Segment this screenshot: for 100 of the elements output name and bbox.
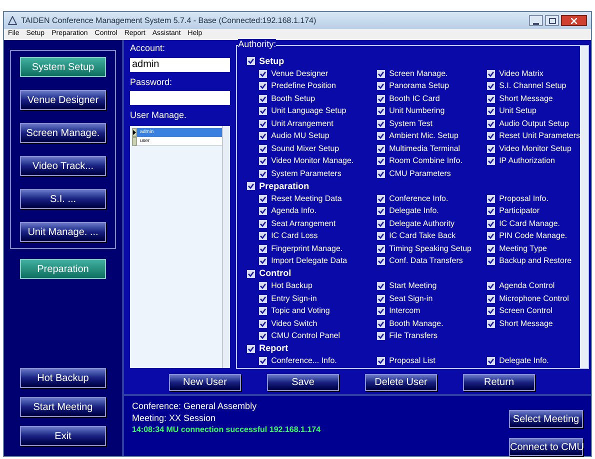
permission-label: Video Monitor Manage. bbox=[271, 155, 354, 168]
action-button[interactable]: Delete User bbox=[365, 374, 437, 390]
sidebar-button[interactable]: Hot Backup bbox=[20, 368, 106, 388]
checkbox[interactable] bbox=[259, 82, 268, 90]
checkbox[interactable] bbox=[487, 144, 496, 153]
checkbox[interactable] bbox=[377, 244, 386, 253]
checkbox[interactable] bbox=[259, 282, 268, 290]
sidebar-button[interactable]: System Setup bbox=[20, 57, 106, 77]
checkbox[interactable] bbox=[259, 357, 268, 366]
checkbox[interactable] bbox=[377, 357, 386, 366]
sidebar-button[interactable]: S.I. ... bbox=[20, 189, 106, 209]
checkbox[interactable] bbox=[259, 320, 268, 328]
checkbox[interactable] bbox=[259, 144, 268, 153]
checkbox[interactable] bbox=[259, 294, 268, 303]
checkbox[interactable] bbox=[247, 344, 256, 353]
maximize-button[interactable] bbox=[545, 15, 559, 26]
checkbox[interactable] bbox=[487, 307, 496, 316]
checkbox[interactable] bbox=[487, 257, 496, 266]
status-button[interactable]: Select Meeting bbox=[509, 410, 583, 428]
checkbox[interactable] bbox=[487, 157, 496, 166]
checkbox[interactable] bbox=[377, 294, 386, 303]
checkbox[interactable] bbox=[247, 182, 256, 190]
checkbox[interactable] bbox=[487, 107, 496, 116]
permission-label: IP Authorization bbox=[499, 155, 555, 168]
checkbox[interactable] bbox=[487, 232, 496, 240]
checkbox[interactable] bbox=[487, 207, 496, 216]
checkbox[interactable] bbox=[259, 257, 268, 266]
sidebar-button[interactable]: Video Track... bbox=[20, 156, 106, 176]
checkbox[interactable] bbox=[259, 232, 268, 240]
checkbox[interactable] bbox=[487, 294, 496, 303]
checkbox[interactable] bbox=[377, 332, 386, 340]
password-field[interactable] bbox=[130, 91, 230, 105]
checkbox[interactable] bbox=[377, 107, 386, 116]
checkbox[interactable] bbox=[377, 320, 386, 328]
sidebar-button[interactable]: Start Meeting bbox=[20, 397, 106, 417]
minimize-icon bbox=[533, 23, 539, 25]
scrollbar[interactable] bbox=[580, 46, 588, 368]
checkbox[interactable] bbox=[487, 282, 496, 290]
checkbox[interactable] bbox=[259, 107, 268, 116]
checkbox[interactable] bbox=[259, 70, 268, 78]
permission-label: Conference Info. bbox=[389, 192, 448, 205]
checkbox[interactable] bbox=[487, 357, 496, 366]
check-icon bbox=[488, 358, 494, 364]
checkbox[interactable] bbox=[259, 157, 268, 166]
checkbox[interactable] bbox=[487, 132, 496, 140]
checkbox[interactable] bbox=[377, 157, 386, 166]
checkbox[interactable] bbox=[377, 82, 386, 90]
action-button[interactable]: Return bbox=[463, 374, 535, 390]
action-button[interactable]: Save bbox=[267, 374, 339, 390]
checkbox[interactable] bbox=[259, 307, 268, 316]
account-field[interactable]: admin bbox=[130, 58, 230, 72]
checkbox[interactable] bbox=[487, 244, 496, 253]
sidebar-button[interactable]: Exit bbox=[20, 426, 106, 446]
checkbox[interactable] bbox=[377, 257, 386, 266]
app-icon bbox=[8, 16, 17, 25]
checkbox[interactable] bbox=[377, 132, 386, 140]
checkbox[interactable] bbox=[377, 120, 386, 128]
checkbox[interactable] bbox=[259, 207, 268, 216]
checkbox[interactable] bbox=[487, 70, 496, 78]
sidebar-button[interactable]: Venue Designer bbox=[20, 90, 106, 110]
checkbox[interactable] bbox=[247, 57, 256, 66]
checkbox[interactable] bbox=[487, 220, 496, 228]
checkbox[interactable] bbox=[259, 94, 268, 103]
checkbox[interactable] bbox=[377, 232, 386, 240]
checkbox[interactable] bbox=[247, 270, 256, 278]
permission-label: Intercom bbox=[389, 305, 420, 318]
permission-label: Hot Backup bbox=[271, 280, 312, 292]
minimize-button[interactable] bbox=[529, 15, 543, 26]
checkbox[interactable] bbox=[259, 244, 268, 253]
checkbox[interactable] bbox=[487, 194, 496, 203]
status-button[interactable]: Connect to CMU bbox=[509, 438, 583, 456]
checkbox[interactable] bbox=[377, 220, 386, 228]
group-title: Authority: bbox=[238, 39, 276, 50]
close-button[interactable] bbox=[561, 15, 587, 26]
checkbox[interactable] bbox=[377, 94, 386, 103]
checkbox[interactable] bbox=[487, 120, 496, 128]
check-icon bbox=[378, 358, 384, 364]
checkbox[interactable] bbox=[259, 194, 268, 203]
checkbox[interactable] bbox=[377, 194, 386, 203]
checkbox[interactable] bbox=[377, 170, 386, 178]
sidebar-button[interactable]: Unit Manage. ... bbox=[20, 222, 106, 242]
checkbox[interactable] bbox=[377, 207, 386, 216]
sidebar-button[interactable]: Preparation bbox=[20, 259, 106, 279]
checkbox[interactable] bbox=[259, 220, 268, 228]
scrollbar[interactable] bbox=[222, 126, 230, 368]
checkbox[interactable] bbox=[259, 170, 268, 178]
checkbox[interactable] bbox=[377, 282, 386, 290]
permission-label: Reset Meeting Data bbox=[271, 192, 342, 205]
checkbox[interactable] bbox=[487, 320, 496, 328]
action-button[interactable]: New User bbox=[169, 374, 241, 390]
permission-label: Participator bbox=[499, 205, 540, 218]
checkbox[interactable] bbox=[377, 70, 386, 78]
sidebar-button[interactable]: Screen Manage. bbox=[20, 123, 106, 143]
checkbox[interactable] bbox=[259, 132, 268, 140]
checkbox[interactable] bbox=[377, 144, 386, 153]
checkbox[interactable] bbox=[377, 307, 386, 316]
checkbox[interactable] bbox=[487, 94, 496, 103]
checkbox[interactable] bbox=[259, 332, 268, 340]
checkbox[interactable] bbox=[259, 120, 268, 128]
checkbox[interactable] bbox=[487, 82, 496, 90]
